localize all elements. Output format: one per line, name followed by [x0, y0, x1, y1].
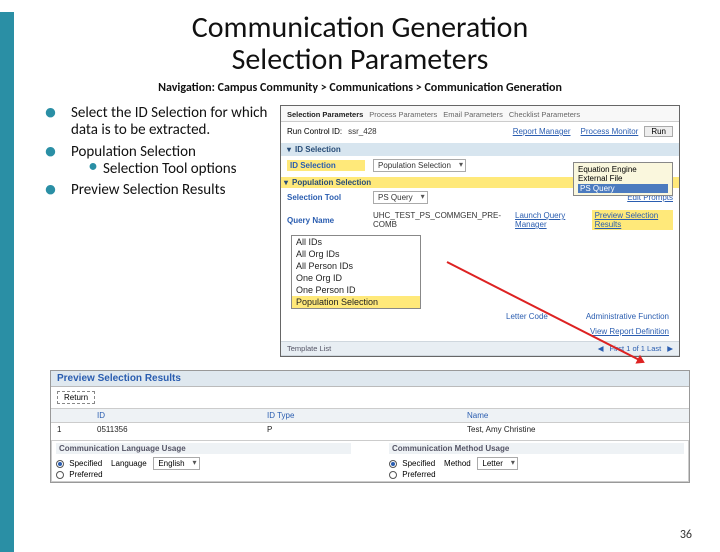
- table-row: 1 0511356 P Test, Amy Christine: [51, 423, 689, 436]
- process-monitor-link[interactable]: Process Monitor: [581, 127, 639, 136]
- id-selection-tooltip: Equation Engine External File PS Query: [573, 162, 673, 196]
- selection-tool-label: Selection Tool: [287, 193, 365, 202]
- results-header-row: ID ID Type Name: [51, 408, 689, 423]
- navigation-breadcrumb: Navigation: Campus Community > Communica…: [0, 81, 720, 95]
- accent-bar: [0, 12, 14, 552]
- col-name: Name: [461, 409, 689, 422]
- bullet-1: Select the ID Selection for which data i…: [55, 105, 280, 140]
- method-usage: Communication Method Usage Specified Met…: [385, 441, 688, 481]
- query-name-value: UHC_TEST_PS_COMMGEN_PRE-COMB: [373, 211, 501, 229]
- language-usage: Communication Language Usage Specified L…: [52, 441, 355, 481]
- radio-specified-lang[interactable]: [56, 460, 64, 468]
- collapse-icon[interactable]: ▾: [284, 178, 288, 187]
- bullet-3: Preview Selection Results: [55, 182, 280, 199]
- view-report-definition-link[interactable]: View Report Definition: [590, 327, 669, 336]
- id-selection-header-text: ID Selection: [295, 145, 341, 154]
- selection-tool-dropdown[interactable]: PS Query: [373, 191, 428, 204]
- method-label: Method: [444, 459, 471, 468]
- list-item[interactable]: All IDs: [292, 236, 420, 248]
- bullet-2: Population Selection Selection Tool opti…: [55, 144, 280, 179]
- col-id: ID: [91, 409, 261, 422]
- population-selection-header-text: Population Selection: [292, 178, 371, 187]
- tab-email-parameters[interactable]: Email Parameters: [443, 110, 503, 119]
- language-usage-title: Communication Language Usage: [56, 443, 351, 454]
- bullet-2-sub: Selection Tool options: [89, 161, 280, 178]
- method-usage-title: Communication Method Usage: [389, 443, 684, 454]
- query-name-label: Query Name: [287, 216, 365, 225]
- cell-type: P: [261, 423, 461, 436]
- admin-function-label: Administrative Function: [586, 312, 669, 321]
- col-blank: [51, 409, 91, 422]
- list-item[interactable]: All Person IDs: [292, 260, 420, 272]
- radio-specified-method[interactable]: [389, 460, 397, 468]
- list-item[interactable]: One Person ID: [292, 284, 420, 296]
- id-selection-label: ID Selection: [287, 160, 365, 171]
- grid-nav-icon[interactable]: ▶: [667, 344, 673, 353]
- run-control-value: ssr_428: [348, 127, 376, 136]
- tip-line-2: External File: [578, 174, 668, 183]
- id-selection-dropdown[interactable]: Population Selection: [373, 159, 466, 172]
- template-list-label: Template List: [287, 344, 331, 353]
- col-id-type: ID Type: [261, 409, 461, 422]
- radio-preferred-method[interactable]: [389, 471, 397, 479]
- title-line2: Selection Parameters: [232, 41, 489, 78]
- list-item[interactable]: All Org IDs: [292, 248, 420, 260]
- app-screenshot: Selection Parameters Process Parameters …: [280, 105, 680, 357]
- launch-query-manager-link[interactable]: Launch Query Manager: [515, 211, 584, 229]
- letter-code-label: Letter Code: [506, 312, 548, 321]
- list-item[interactable]: One Org ID: [292, 272, 420, 284]
- cell-num: 1: [51, 423, 91, 436]
- specified-label: Specified: [402, 459, 435, 468]
- tab-checklist-parameters[interactable]: Checklist Parameters: [509, 110, 580, 119]
- run-button[interactable]: Run: [644, 126, 673, 137]
- radio-preferred-lang[interactable]: [56, 471, 64, 479]
- preferred-label: Preferred: [402, 470, 435, 479]
- list-item-selected[interactable]: Population Selection: [292, 296, 420, 308]
- tip-line-1: Equation Engine: [578, 165, 668, 174]
- run-control-label: Run Control ID:: [287, 127, 342, 136]
- tab-strip: Selection Parameters Process Parameters …: [281, 106, 679, 122]
- tip-line-3: PS Query: [578, 184, 668, 193]
- tab-process-parameters[interactable]: Process Parameters: [369, 110, 437, 119]
- id-selection-header: ▾ ID Selection: [281, 143, 679, 156]
- collapse-icon[interactable]: ▾: [287, 145, 291, 154]
- grid-nav-icon[interactable]: ◀: [598, 344, 604, 353]
- preview-results-title: Preview Selection Results: [51, 371, 689, 387]
- cell-name: Test, Amy Christine: [461, 423, 689, 436]
- bullet-list: Select the ID Selection for which data i…: [55, 105, 280, 203]
- specified-label: Specified: [69, 459, 102, 468]
- return-button[interactable]: Return: [57, 391, 95, 404]
- id-selection-option-list[interactable]: All IDs All Org IDs All Person IDs One O…: [291, 235, 421, 309]
- cell-id: 0511356: [91, 423, 261, 436]
- preferred-label: Preferred: [69, 470, 102, 479]
- preview-results-panel: Preview Selection Results Return ID ID T…: [50, 370, 690, 483]
- method-dropdown[interactable]: Letter: [477, 457, 517, 470]
- report-manager-link[interactable]: Report Manager: [513, 127, 571, 136]
- language-label: Language: [111, 459, 147, 468]
- preview-selection-results-link[interactable]: Preview Selection Results: [592, 210, 673, 230]
- language-dropdown[interactable]: English: [153, 457, 199, 470]
- tab-selection-parameters[interactable]: Selection Parameters: [287, 110, 363, 119]
- slide-title: Communication Generation Selection Param…: [0, 12, 720, 75]
